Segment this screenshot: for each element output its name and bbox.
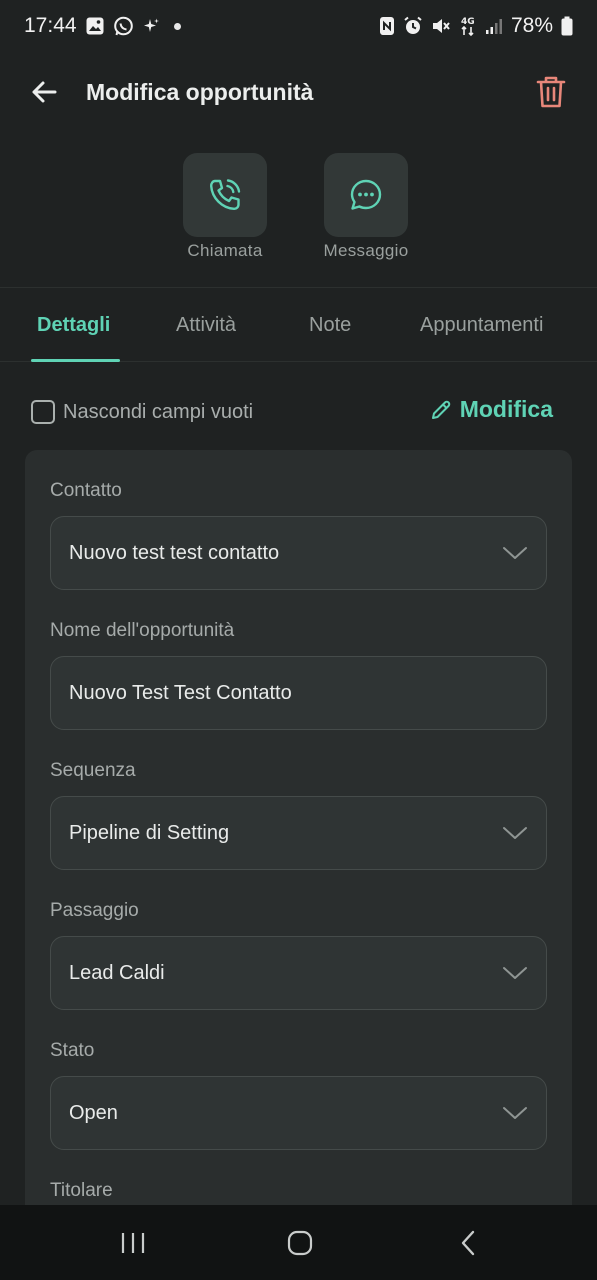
home-icon bbox=[287, 1230, 313, 1255]
recent-apps-button[interactable] bbox=[93, 1205, 173, 1280]
hide-empty-fields-toggle[interactable]: Nascondi campi vuoti bbox=[31, 400, 253, 424]
svg-text:4G: 4G bbox=[461, 17, 475, 27]
app-bar: Modifica opportunità bbox=[0, 52, 597, 132]
phone-call-icon bbox=[209, 179, 241, 211]
opportunity-name-field[interactable]: Nuovo Test Test Contatto bbox=[50, 656, 547, 730]
mute-icon bbox=[431, 16, 451, 36]
contact-value: Nuovo test test contatto bbox=[69, 541, 280, 564]
call-action[interactable]: Chiamata bbox=[170, 153, 280, 261]
stage-label: Passaggio bbox=[50, 900, 139, 921]
delete-button[interactable] bbox=[529, 70, 573, 114]
opportunity-name-label: Nome dell'opportunità bbox=[50, 620, 235, 641]
trash-icon bbox=[536, 76, 566, 108]
page-title: Modifica opportunità bbox=[86, 78, 314, 105]
tab-bar: Dettagli Attività Note Appuntamenti bbox=[0, 288, 597, 362]
status-time: 17:44 bbox=[24, 14, 77, 37]
quick-actions: Chiamata Messaggio bbox=[0, 132, 597, 288]
system-back-button[interactable] bbox=[428, 1205, 508, 1280]
tab-note[interactable]: Note bbox=[309, 288, 351, 362]
battery-percent: 78% bbox=[510, 14, 553, 37]
chevron-left-icon bbox=[461, 1230, 475, 1255]
message-action[interactable]: Messaggio bbox=[311, 153, 421, 261]
home-button[interactable] bbox=[260, 1205, 340, 1280]
gallery-icon bbox=[85, 16, 105, 36]
back-button[interactable] bbox=[24, 72, 64, 112]
details-form: Contatto Nuovo test test contatto Nome d… bbox=[25, 450, 572, 1210]
chevron-down-icon bbox=[503, 1107, 527, 1119]
edit-label: Modifica bbox=[459, 396, 553, 422]
owner-label: Titolare bbox=[50, 1180, 113, 1201]
hide-empty-checkbox[interactable] bbox=[31, 400, 55, 424]
tab-attivita[interactable]: Attività bbox=[176, 288, 236, 362]
contact-label: Contatto bbox=[50, 480, 122, 501]
chevron-down-icon bbox=[503, 827, 527, 839]
chevron-down-icon bbox=[503, 967, 527, 979]
call-label: Chiamata bbox=[187, 241, 263, 260]
hide-empty-label: Nascondi campi vuoti bbox=[63, 400, 254, 423]
contact-dropdown[interactable]: Nuovo test test contatto bbox=[50, 516, 547, 590]
sparkle-icon bbox=[142, 17, 160, 35]
message-button[interactable] bbox=[324, 153, 408, 237]
status-dropdown[interactable]: Open bbox=[50, 1076, 547, 1150]
tab-dettagli[interactable]: Dettagli bbox=[37, 288, 110, 362]
signal-icon bbox=[485, 17, 503, 35]
edit-button[interactable]: Modifica bbox=[430, 396, 553, 423]
system-nav-bar bbox=[0, 1205, 597, 1280]
sequence-value: Pipeline di Setting bbox=[69, 821, 230, 844]
notification-dot-icon bbox=[173, 22, 181, 30]
stage-dropdown[interactable]: Lead Caldi bbox=[50, 936, 547, 1010]
status-bar: 17:44 4G 78% bbox=[0, 0, 597, 52]
battery-icon bbox=[561, 16, 573, 36]
alarm-icon bbox=[403, 16, 423, 36]
arrow-left-icon bbox=[32, 81, 57, 103]
sequence-label: Sequenza bbox=[50, 760, 136, 781]
options-row: Nascondi campi vuoti Modifica bbox=[0, 392, 597, 436]
status-value: Open bbox=[69, 1101, 118, 1124]
recent-apps-icon bbox=[121, 1232, 145, 1253]
4g-data-icon: 4G bbox=[459, 15, 477, 37]
active-tab-indicator bbox=[31, 359, 120, 362]
status-label: Stato bbox=[50, 1040, 95, 1061]
message-label: Messaggio bbox=[323, 241, 409, 260]
whatsapp-icon bbox=[113, 16, 134, 37]
pencil-icon bbox=[431, 400, 450, 419]
chevron-down-icon bbox=[503, 547, 527, 559]
stage-value: Lead Caldi bbox=[69, 961, 165, 984]
chat-bubble-icon bbox=[350, 179, 382, 210]
opportunity-name-value: Nuovo Test Test Contatto bbox=[69, 681, 292, 704]
nfc-icon bbox=[379, 16, 395, 36]
call-button[interactable] bbox=[183, 153, 267, 237]
tab-appuntamenti[interactable]: Appuntamenti bbox=[420, 288, 543, 362]
sequence-dropdown[interactable]: Pipeline di Setting bbox=[50, 796, 547, 870]
